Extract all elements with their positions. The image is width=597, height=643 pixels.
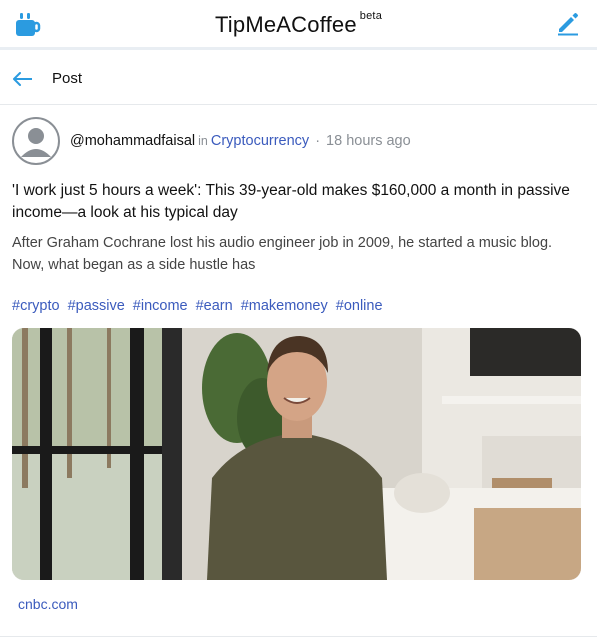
- in-label: in: [198, 134, 208, 148]
- post-header: Post: [0, 53, 597, 105]
- top-bar: TipMeACoffee beta: [0, 0, 597, 50]
- post-excerpt: After Graham Cochrane lost his audio eng…: [12, 235, 553, 273]
- tag-makemoney[interactable]: #makemoney: [241, 298, 328, 314]
- page-title: Post: [52, 70, 83, 87]
- back-button[interactable]: [12, 69, 36, 89]
- source-domain-link[interactable]: cnbc.com: [18, 596, 78, 612]
- divider: [0, 636, 597, 637]
- meta-text: @mohammadfaisal in Cryptocurrency · 18 h…: [70, 133, 411, 149]
- community-link[interactable]: Cryptocurrency: [211, 133, 309, 149]
- tag-online[interactable]: #online: [336, 298, 383, 314]
- post-time: 18 hours ago: [326, 133, 411, 149]
- tag-earn[interactable]: #earn: [196, 298, 233, 314]
- tag-income[interactable]: #income: [133, 298, 188, 314]
- post-meta: @mohammadfaisal in Cryptocurrency · 18 h…: [12, 116, 584, 166]
- tag-crypto[interactable]: #crypto: [12, 298, 60, 314]
- arrow-left-icon: [13, 71, 32, 86]
- avatar[interactable]: [12, 117, 60, 165]
- link-preview-image[interactable]: [12, 328, 581, 580]
- app-title-text: TipMeACoffee: [214, 12, 357, 37]
- app-title: TipMeACoffee beta: [0, 10, 597, 38]
- post-card: @mohammadfaisal in Cryptocurrency · 18 h…: [12, 116, 584, 614]
- default-avatar-icon: [21, 128, 51, 157]
- tag-list: #crypto #passive #income #earn #makemone…: [12, 298, 584, 314]
- separator-dot: ·: [315, 133, 321, 149]
- post-headline[interactable]: 'I work just 5 hours a week': This 39-ye…: [12, 180, 584, 224]
- author-link[interactable]: @mohammadfaisal: [70, 133, 195, 149]
- app: TipMeACoffee beta Post @mohammadfaisal i…: [0, 0, 597, 643]
- edit-pencil-icon[interactable]: [555, 10, 581, 36]
- beta-badge: beta: [359, 10, 383, 22]
- tag-passive[interactable]: #passive: [68, 298, 125, 314]
- man-in-living-room-photo: [12, 328, 581, 580]
